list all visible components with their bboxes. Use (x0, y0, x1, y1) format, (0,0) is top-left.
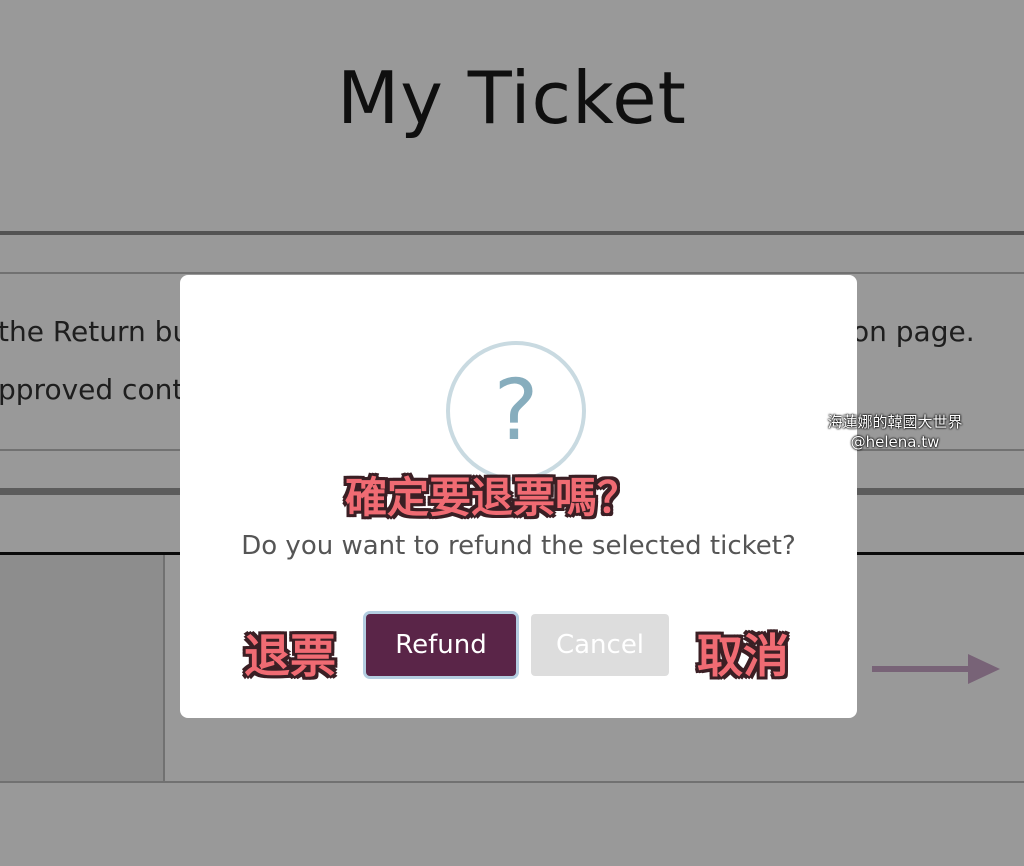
cancel-button[interactable]: Cancel (531, 614, 669, 676)
question-mark: ? (493, 361, 539, 459)
watermark-line: 海蓮娜的韓國大世界 (827, 413, 963, 431)
question-icon: ? (446, 341, 586, 481)
annotation-refund: 退票 (244, 629, 336, 683)
annotation-question: 確定要退票嗎？ (345, 473, 640, 522)
annotation-cancel: 取消 (697, 629, 789, 683)
watermark: 海蓮娜的韓國大世界 @helena.tw (818, 412, 972, 452)
watermark-handle: @helena.tw (850, 433, 940, 451)
dialog-message: Do you want to refund the selected ticke… (241, 531, 796, 561)
refund-button[interactable]: Refund (366, 614, 516, 676)
